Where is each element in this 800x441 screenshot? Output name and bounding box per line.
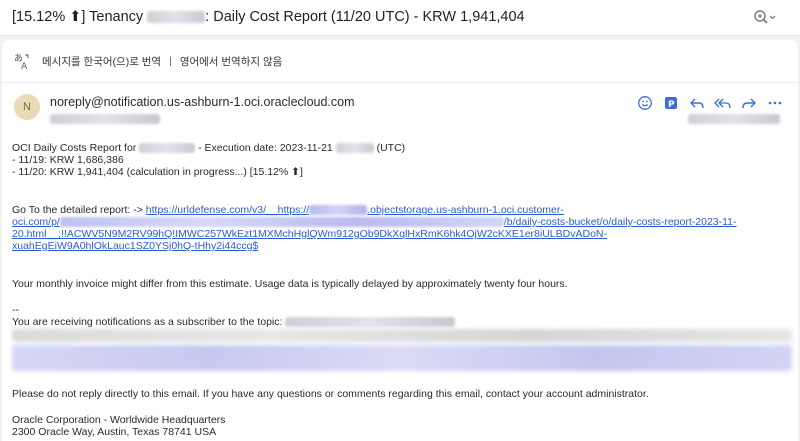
cost-line-1120: - 11/20: KRW 1,941,404 (calculation in p… bbox=[12, 166, 303, 178]
report-link-line-2: oci.com/p/ /b/daily-costs-bucket/o/daily-… bbox=[12, 216, 737, 228]
redacted-tenancy-name bbox=[147, 11, 206, 24]
app-badge-icon[interactable]: P bbox=[662, 94, 680, 112]
cost-line-1119: - 11/19: KRW 1,686,386 bbox=[12, 154, 124, 166]
no-reply-notice: Please do not reply directly to this ema… bbox=[12, 388, 649, 400]
execution-date: - Execution date: 2023-11-21 bbox=[195, 142, 336, 154]
translate-icon: あ A bbox=[12, 51, 32, 72]
email-panel: あ A 메시지를 한국어(으)로 번역 | 영어에서 번역하지 않음 N nor… bbox=[2, 40, 798, 441]
email-subject: [15.12% ⬆] Tenancy : Daily Cost Report (… bbox=[12, 9, 525, 25]
never-translate-link[interactable]: 영어에서 번역하지 않음 bbox=[180, 54, 282, 69]
redacted-topic-name bbox=[285, 317, 456, 328]
translate-bar: あ A 메시지를 한국어(으)로 번역 | 영어에서 번역하지 않음 bbox=[12, 50, 282, 72]
goto-label: Go To the detailed report: -> bbox=[12, 204, 146, 216]
avatar: N bbox=[14, 94, 40, 120]
company-address: 2300 Oracle Way, Austin, Texas 78741 USA bbox=[12, 426, 217, 438]
svg-text:A: A bbox=[21, 62, 28, 71]
report-link-line-4[interactable]: xuahEgEiW9A0hlOkLauc1SZ0YSj0hQ-tHhy2i44c… bbox=[12, 240, 258, 252]
report-link-line-3[interactable]: 20.html__;!!ACWV5N9M2RV99hQ!IMWC257WkEzt… bbox=[12, 228, 607, 240]
translate-separator: | bbox=[169, 55, 172, 67]
report-link-part-4[interactable]: /b/daily-costs-bucket/o/daily-costs-repo… bbox=[504, 216, 737, 228]
redacted-unsubscribe-link bbox=[12, 345, 792, 371]
reply-all-icon[interactable] bbox=[714, 94, 732, 112]
redacted-par-token bbox=[59, 217, 504, 228]
subscriber-label: You are receiving notifications as a sub… bbox=[12, 316, 286, 328]
report-link-part-3[interactable]: oci.com/p/ bbox=[12, 216, 60, 228]
signature-separator: -- bbox=[12, 304, 19, 316]
company-name: Oracle Corporation - Worldwide Headquart… bbox=[12, 414, 226, 426]
subject-bar: [15.12% ⬆] Tenancy : Daily Cost Report (… bbox=[0, 0, 800, 36]
header-divider bbox=[2, 82, 798, 83]
redacted-time bbox=[335, 143, 374, 154]
emoji-reaction-icon[interactable] bbox=[636, 94, 654, 112]
redacted-unsubscribe-text bbox=[12, 329, 792, 342]
redacted-tenancy bbox=[139, 143, 196, 154]
report-link-line-1: Go To the detailed report: -> https://ur… bbox=[12, 204, 564, 216]
redacted-namespace bbox=[309, 205, 368, 216]
reply-icon[interactable] bbox=[688, 94, 706, 112]
redacted-recipient bbox=[50, 114, 160, 124]
zoom-in-icon[interactable] bbox=[752, 8, 776, 28]
report-link-part-2[interactable]: .objectstorage.us-ashburn-1.oci.customer… bbox=[367, 204, 564, 216]
sender-email[interactable]: noreply@notification.us-ashburn-1.oci.or… bbox=[50, 95, 355, 109]
subject-prefix: [15.12% ⬆] Tenancy bbox=[12, 9, 148, 25]
subject-suffix: : Daily Cost Report (11/20 UTC) - KRW 1,… bbox=[205, 9, 525, 25]
more-options-icon[interactable] bbox=[766, 94, 784, 112]
message-actions: P bbox=[636, 94, 784, 112]
utc-suffix: (UTC) bbox=[373, 142, 406, 154]
forward-icon[interactable] bbox=[740, 94, 758, 112]
invoice-note: Your monthly invoice might differ from t… bbox=[12, 278, 568, 290]
report-title-line: OCI Daily Costs Report for - Execution d… bbox=[12, 142, 405, 154]
report-title-prefix: OCI Daily Costs Report for bbox=[12, 142, 140, 154]
redacted-date bbox=[688, 114, 780, 124]
report-link-part-1[interactable]: https://urldefense.com/v3/__https:// bbox=[146, 204, 309, 216]
subscriber-line: You are receiving notifications as a sub… bbox=[12, 316, 456, 328]
svg-text:P: P bbox=[668, 100, 675, 110]
translate-message-link[interactable]: 메시지를 한국어(으)로 번역 bbox=[42, 54, 161, 69]
